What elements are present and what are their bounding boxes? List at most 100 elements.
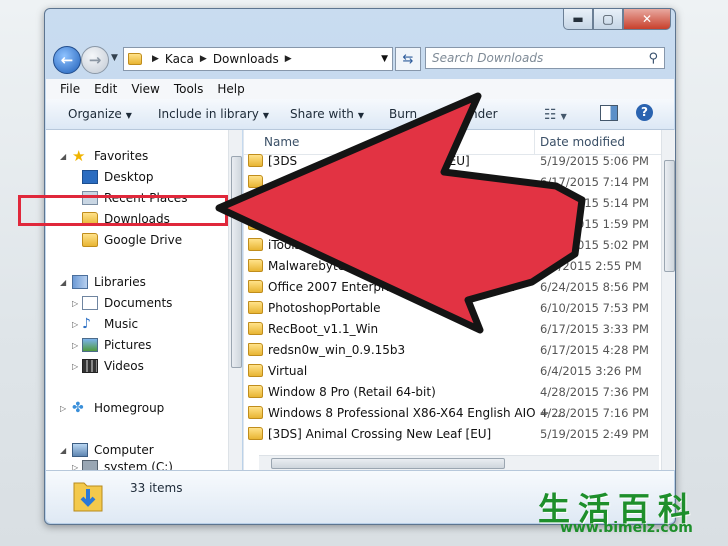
new-folder-button[interactable]: nder bbox=[470, 107, 498, 121]
address-bar[interactable]: ▶ Kaca ▶ Downloads ▶ ▼ bbox=[123, 47, 393, 71]
menu-file[interactable]: File bbox=[60, 82, 80, 96]
expand-triangle-icon[interactable]: ◢ bbox=[60, 278, 66, 287]
file-row[interactable]: [3DS [EU] 5/19/2015 5:06 PM bbox=[244, 151, 661, 172]
expand-triangle-icon[interactable]: ▷ bbox=[60, 404, 66, 413]
nav-libraries[interactable]: Libraries bbox=[72, 275, 146, 289]
nav-label: Google Drive bbox=[104, 233, 183, 247]
file-row[interactable]: Windows 8 Professional X86-X64 English A… bbox=[244, 403, 661, 424]
nav-scroll-thumb[interactable] bbox=[231, 156, 242, 368]
file-row[interactable]: RecBoot_v1.1_Win 6/17/2015 3:33 PM bbox=[244, 319, 661, 340]
nav-homegroup[interactable]: ✤ Homegroup bbox=[72, 401, 164, 415]
star-icon: ★ bbox=[72, 147, 86, 165]
nav-vertical-scrollbar[interactable] bbox=[228, 130, 242, 470]
nav-downloads[interactable]: Downloads bbox=[82, 212, 170, 226]
item-count: 33 items bbox=[130, 481, 183, 495]
nav-label: Music bbox=[104, 317, 139, 331]
help-icon[interactable]: ? bbox=[636, 104, 653, 121]
preview-pane-icon[interactable] bbox=[600, 105, 618, 121]
file-row[interactable]: Office 2007 Enterprise (SerialKi11er 6/24… bbox=[244, 277, 661, 298]
folder-icon bbox=[248, 238, 263, 251]
nav-label: Favorites bbox=[94, 149, 149, 163]
share-with-button[interactable]: Share with ▼ bbox=[290, 107, 364, 121]
file-date: 6/24/2015 8:56 PM bbox=[540, 280, 649, 294]
burn-button[interactable]: Burn bbox=[389, 107, 417, 121]
nav-label: Downloads bbox=[104, 212, 170, 226]
file-row[interactable]: 6/17/2015 7:14 PM bbox=[244, 172, 661, 193]
nav-videos[interactable]: Videos bbox=[82, 359, 144, 373]
nav-label: Libraries bbox=[94, 275, 146, 289]
maximize-button[interactable]: ▢ bbox=[593, 9, 623, 30]
folder-icon bbox=[248, 154, 263, 167]
file-name: Malwarebytes bbox=[268, 259, 352, 273]
minimize-button[interactable]: ▬ bbox=[563, 9, 593, 30]
address-dropdown-icon[interactable]: ▼ bbox=[381, 54, 388, 64]
nav-google-drive[interactable]: Google Drive bbox=[82, 233, 182, 247]
file-row[interactable]: 6/17/2015 1:59 PM bbox=[244, 214, 661, 235]
file-date: 4/28/2015 7:36 PM bbox=[540, 385, 649, 399]
close-button[interactable]: ✕ bbox=[623, 9, 671, 30]
nav-pictures[interactable]: Pictures bbox=[82, 338, 152, 352]
menu-view[interactable]: View bbox=[131, 82, 159, 96]
nav-computer[interactable]: Computer bbox=[72, 443, 154, 457]
search-input[interactable]: Search Downloads ⚲ bbox=[425, 47, 665, 69]
expand-triangle-icon[interactable]: ▷ bbox=[72, 362, 78, 371]
expand-triangle-icon[interactable]: ▷ bbox=[72, 320, 78, 329]
drive-icon bbox=[82, 460, 98, 470]
folder-icon bbox=[248, 427, 263, 440]
homegroup-icon: ✤ bbox=[72, 400, 84, 416]
column-date-modified[interactable]: Date modified bbox=[540, 135, 625, 149]
view-options-icon[interactable]: ☷ ▼ bbox=[544, 107, 567, 123]
organize-button[interactable]: Organize ▼ bbox=[68, 107, 132, 121]
file-name-tail: um 2.0.3.1025... bbox=[444, 259, 544, 273]
breadcrumb-kaca[interactable]: Kaca bbox=[165, 52, 194, 66]
folder-icon bbox=[248, 217, 263, 230]
arrow-right-icon: → bbox=[88, 51, 102, 69]
menu-tools[interactable]: Tools bbox=[174, 82, 204, 96]
watermark-url: www.bimeiz.com bbox=[560, 520, 693, 536]
expand-triangle-icon[interactable]: ▷ bbox=[72, 299, 78, 308]
folder-icon bbox=[248, 175, 263, 188]
nav-recent-places[interactable]: Recent Places bbox=[82, 191, 187, 205]
nav-label: Homegroup bbox=[94, 401, 165, 415]
expand-triangle-icon[interactable]: ◢ bbox=[60, 446, 66, 455]
file-row[interactable]: redsn0w_win_0.9.15b3 6/17/2015 4:28 PM bbox=[244, 340, 661, 361]
include-in-library-button[interactable]: Include in library ▼ bbox=[158, 107, 269, 121]
file-row[interactable]: [3DS] Animal Crossing New Leaf [EU] 5/19/… bbox=[244, 424, 661, 445]
files-scroll-thumb[interactable] bbox=[664, 160, 675, 272]
expand-triangle-icon[interactable]: ◢ bbox=[60, 152, 66, 161]
menu-edit[interactable]: Edit bbox=[94, 82, 117, 96]
file-row[interactable]: Virtual 6/4/2015 3:26 PM bbox=[244, 361, 661, 382]
file-date: 6/10/2015 7:53 PM bbox=[540, 301, 649, 315]
file-row[interactable]: Window 8 Pro (Retail 64-bit) 4/28/2015 7:… bbox=[244, 382, 661, 403]
nav-documents[interactable]: Documents bbox=[82, 296, 172, 310]
files-horizontal-scrollbar[interactable] bbox=[259, 455, 659, 470]
file-row[interactable]: 6/17/2015 5:14 PM bbox=[244, 193, 661, 214]
nav-label: Desktop bbox=[104, 170, 154, 184]
column-name[interactable]: Name bbox=[264, 135, 299, 149]
nav-system-drive[interactable]: system (C:) bbox=[82, 460, 173, 470]
nav-music[interactable]: ♪ Music bbox=[82, 317, 138, 331]
expand-triangle-icon[interactable]: ▷ bbox=[72, 341, 78, 350]
expand-triangle-icon[interactable]: ▷ bbox=[72, 463, 78, 470]
forward-button[interactable]: → bbox=[81, 46, 109, 74]
nav-desktop[interactable]: Desktop bbox=[82, 170, 154, 184]
refresh-button[interactable]: ⇆ bbox=[395, 47, 421, 71]
navigation-bar: ← → ▼ ▶ Kaca ▶ Downloads ▶ ▼ ⇆ Search Do… bbox=[51, 45, 669, 75]
downloads-folder-icon bbox=[82, 212, 98, 226]
breadcrumb-downloads[interactable]: Downloads bbox=[213, 52, 279, 66]
search-icon[interactable]: ⚲ bbox=[648, 51, 658, 66]
file-row[interactable]: iTools 6/16/2015 5:02 PM bbox=[244, 235, 661, 256]
file-row[interactable]: PhotoshopPortable 6/10/2015 7:53 PM bbox=[244, 298, 661, 319]
nav-label: Computer bbox=[94, 443, 154, 457]
caret-down-icon: ▼ bbox=[262, 111, 270, 120]
file-row[interactable]: Malwarebytes um 2.0.3.1025... 6/5/2015 2:5… bbox=[244, 256, 661, 277]
folder-icon bbox=[128, 53, 142, 65]
recent-pages-dropdown[interactable]: ▼ bbox=[111, 53, 118, 63]
horizontal-scroll-thumb[interactable] bbox=[271, 458, 505, 469]
folder-icon bbox=[248, 364, 263, 377]
menu-help[interactable]: Help bbox=[217, 82, 244, 96]
file-name: [3DS bbox=[268, 154, 298, 168]
nav-favorites[interactable]: ★ Favorites bbox=[72, 147, 149, 165]
files-vertical-scrollbar[interactable] bbox=[661, 130, 675, 470]
back-button[interactable]: ← bbox=[53, 46, 81, 74]
